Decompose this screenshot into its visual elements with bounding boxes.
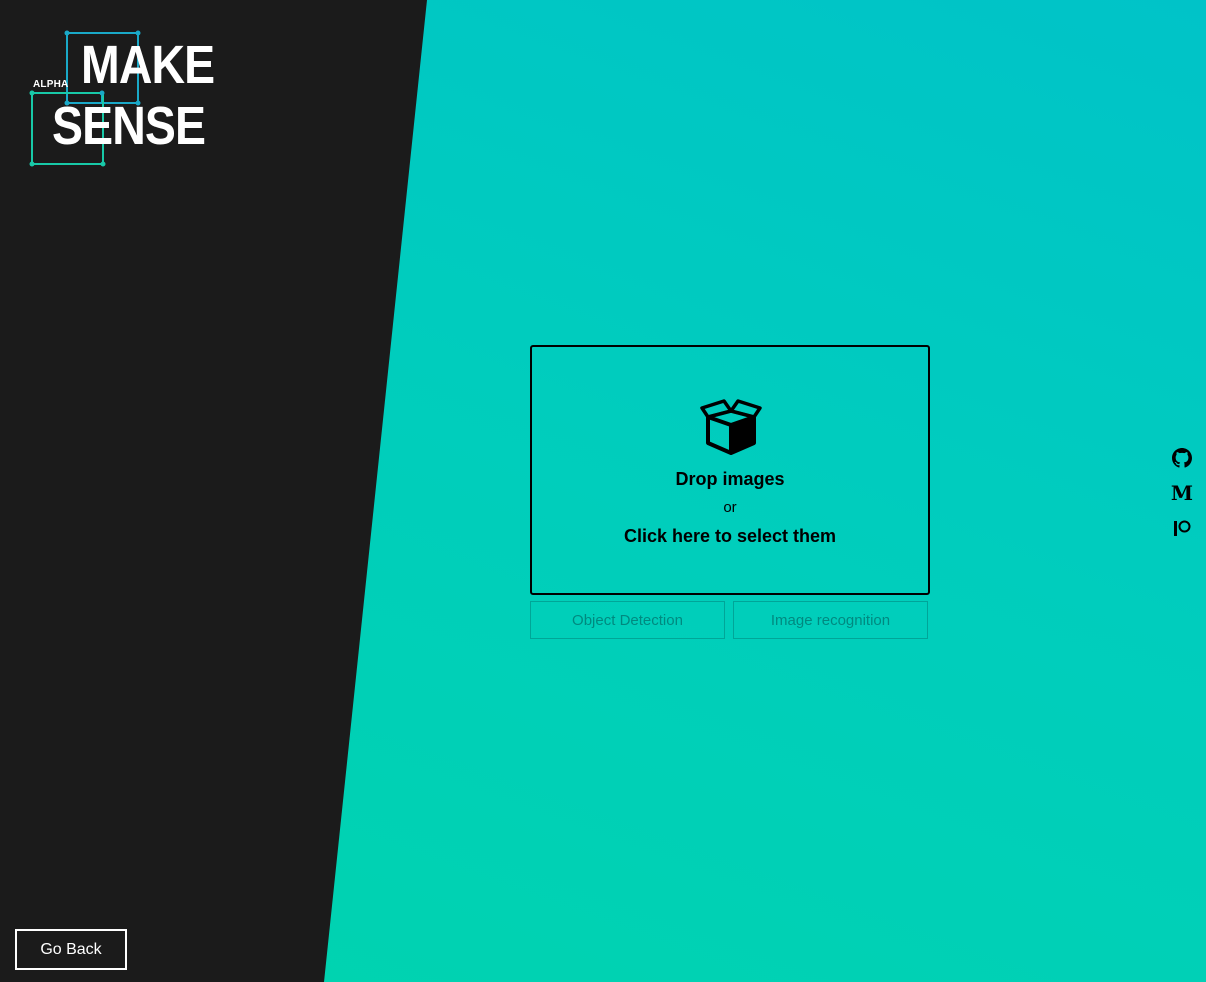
medium-link[interactable]: M <box>1170 481 1194 505</box>
box-open-icon <box>700 399 762 455</box>
image-dropzone[interactable]: Drop images or Click here to select them <box>530 345 930 595</box>
image-recognition-button[interactable]: Image recognition <box>733 601 928 639</box>
editor-stage: ALPHA MAKE SENSE Drop images or Click he… <box>0 0 1206 982</box>
go-back-button[interactable]: Go Back <box>15 929 127 970</box>
logo-sense-text: SENSE <box>52 96 206 156</box>
makesense-logo: ALPHA MAKE SENSE <box>26 26 226 172</box>
object-detection-button[interactable]: Object Detection <box>530 601 725 639</box>
patreon-link[interactable] <box>1170 516 1194 540</box>
dropzone-or: or <box>723 499 737 516</box>
dropzone-title: Drop images <box>675 469 785 489</box>
logo-make-text: MAKE <box>81 35 215 95</box>
medium-icon: M <box>1170 481 1194 505</box>
dropzone-select-link[interactable]: Click here to select them <box>532 526 928 547</box>
github-link[interactable] <box>1170 446 1194 470</box>
patreon-icon <box>1174 520 1191 536</box>
logo-alpha-label: ALPHA <box>33 79 69 90</box>
github-icon <box>1172 448 1192 468</box>
